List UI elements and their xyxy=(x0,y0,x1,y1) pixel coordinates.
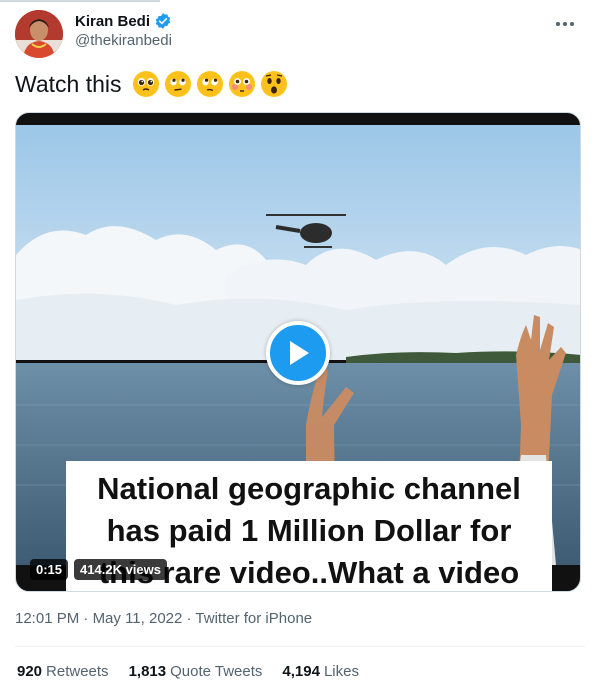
quote-tweets-label: Quote Tweets xyxy=(170,663,263,680)
play-button[interactable] xyxy=(266,321,330,385)
tweet-header: Kiran Bedi @thekiranbedi xyxy=(15,8,585,60)
quote-tweets-stat[interactable]: 1,813 Quote Tweets xyxy=(129,663,263,680)
likes-count: 4,194 xyxy=(282,663,320,680)
tweet-metadata: 12:01 PM · May 11, 2022 · Twitter for iP… xyxy=(15,610,312,627)
tweet-text-content: Watch this xyxy=(15,70,122,97)
retweets-count: 920 xyxy=(17,663,43,680)
divider-segment xyxy=(0,0,160,2)
likes-label: Likes xyxy=(323,663,359,680)
previous-tweet-edge xyxy=(0,0,600,4)
divider xyxy=(15,646,585,647)
tweet-text: Watch this xyxy=(15,70,288,98)
face-with-rolling-eyes-icon xyxy=(164,70,192,98)
play-icon xyxy=(290,341,309,365)
astonished-face-icon xyxy=(260,70,288,98)
retweets-stat[interactable]: 920 Retweets xyxy=(17,663,109,680)
tweet-source[interactable]: Twitter for iPhone xyxy=(195,610,312,627)
video-duration: 0:15 xyxy=(30,559,69,580)
video-badges: 0:15 414.2K views xyxy=(30,559,167,580)
quote-tweets-count: 1,813 xyxy=(128,663,167,680)
video-player[interactable]: National geographic channel has paid 1 M… xyxy=(15,112,581,592)
meta-separator: · xyxy=(186,610,192,627)
display-name[interactable]: Kiran Bedi xyxy=(75,13,150,30)
meta-separator: · xyxy=(83,610,89,627)
video-views: 414.2K views xyxy=(74,559,167,580)
more-options-icon[interactable] xyxy=(551,10,579,38)
pleading-face-icon xyxy=(132,70,160,98)
author-name-row: Kiran Bedi xyxy=(75,12,172,30)
caption-line: has paid 1 Million Dollar for xyxy=(106,513,512,548)
tweet-date[interactable]: May 11, 2022 xyxy=(93,610,183,627)
avatar[interactable] xyxy=(15,10,63,58)
author-handle[interactable]: @thekiranbedi xyxy=(75,32,172,49)
flushed-face-icon xyxy=(228,70,256,98)
caption-line: National geographic channel xyxy=(97,471,521,506)
face-with-rolling-eyes-icon xyxy=(196,70,224,98)
tweet-time[interactable]: 12:01 PM xyxy=(15,610,79,627)
likes-stat[interactable]: 4,194 Likes xyxy=(282,663,359,680)
retweets-label: Retweets xyxy=(46,663,109,680)
tweet-stats: 920 Retweets 1,813 Quote Tweets 4,194 Li… xyxy=(17,663,359,680)
verified-badge-icon xyxy=(154,12,172,30)
emoji-group xyxy=(132,70,288,98)
avatar-image xyxy=(15,10,63,58)
